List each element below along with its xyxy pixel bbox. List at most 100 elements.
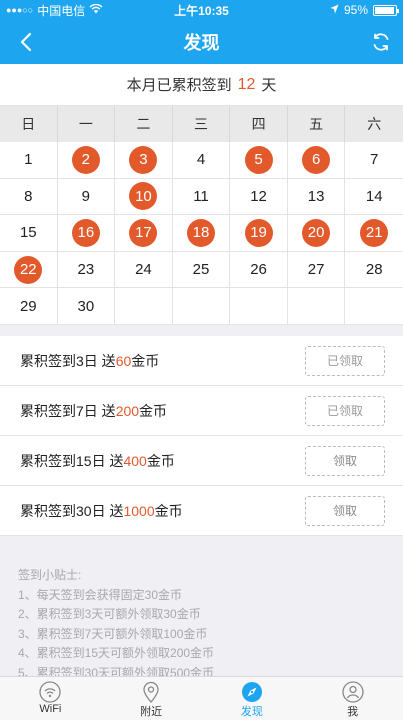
day-number: 13 <box>307 187 325 205</box>
location-arrow-icon <box>330 3 339 17</box>
summary-prefix: 本月已累积签到 <box>126 77 232 94</box>
page-title: 发现 <box>183 33 220 53</box>
refresh-button[interactable] <box>369 30 393 54</box>
tip-line: 5、累积签到30天可额外领取500金币 <box>18 665 215 677</box>
calendar-day: 23 <box>57 251 116 289</box>
status-bar: ●●●○○ 中国电信 上午10:35 95% <box>0 0 403 20</box>
calendar-day-signed: 18 <box>172 215 231 252</box>
day-number: 11 <box>193 187 209 205</box>
day-number: 29 <box>19 297 37 315</box>
calendar-day-empty <box>345 288 403 325</box>
calendar-day: 29 <box>0 288 58 325</box>
day-number: 23 <box>77 261 95 279</box>
reward-prefix: 累积签到3日 送 <box>20 352 116 369</box>
compass-icon <box>241 681 263 703</box>
calendar-day-empty <box>287 288 346 325</box>
nav-bar: 发现 <box>0 20 403 64</box>
day-number: 20 <box>302 218 331 247</box>
day-number: 8 <box>24 187 33 205</box>
back-button[interactable] <box>14 30 38 54</box>
calendar-grid: 1 2 3 4 5 6 7 8 9 10 11 12 13 14 15 16 17 18 19 20 21 22 23 24 2… <box>0 142 403 325</box>
tab-me[interactable]: 我 <box>302 677 403 720</box>
tip-line: 1、每天签到会获得固定30金币 <box>18 587 183 602</box>
claimed-button[interactable]: 已领取 <box>305 345 385 376</box>
calendar-day-signed: 10 <box>115 178 173 216</box>
chevron-left-icon <box>20 32 32 52</box>
calendar-day-empty <box>230 288 288 325</box>
calendar-day-signed: 22 <box>0 251 58 289</box>
wifi-icon <box>39 681 62 703</box>
day-number: 19 <box>244 218 273 247</box>
day-number: 24 <box>135 261 152 279</box>
calendar-day: 4 <box>172 142 231 179</box>
tip-line: 2、累积签到3天可额外领取30金币 <box>18 607 201 621</box>
weekday-label: 三 <box>173 106 231 142</box>
tips-title: 签到小贴士: <box>18 568 82 582</box>
reward-description: 累积签到3日 送60金币 <box>20 351 305 371</box>
calendar-day-signed: 19 <box>230 215 288 252</box>
signin-tips: 签到小贴士: 1、每天签到会获得固定30金币 2、累积签到3天可额外领取30金币 3… <box>0 552 403 676</box>
calendar-day: 25 <box>172 251 231 289</box>
signin-calendar: 日一二三四五六 1 2 3 4 5 6 7 8 9 10 11 12 13 14 15 16 17 18 19 20 2… <box>0 106 403 325</box>
day-number: 28 <box>365 261 383 279</box>
signin-summary: 本月已累积签到 12 天 <box>0 64 403 106</box>
claim-button[interactable]: 领取 <box>305 495 385 526</box>
summary-count: 12 <box>237 75 256 93</box>
reward-prefix: 累积签到15日 送 <box>20 452 124 469</box>
reward-description: 累积签到7日 送200金币 <box>20 401 305 421</box>
day-number: 3 <box>129 145 158 174</box>
day-number: 1 <box>24 151 33 169</box>
day-number: 4 <box>196 151 206 169</box>
reward-row: 累积签到30日 送1000金币 领取 <box>0 486 403 536</box>
calendar-day: 9 <box>57 178 116 216</box>
day-number: 10 <box>129 182 158 211</box>
tab-discover[interactable]: 发现 <box>202 677 303 720</box>
weekday-label: 日 <box>0 106 58 142</box>
weekday-label: 二 <box>115 106 173 142</box>
weekday-label: 四 <box>230 106 288 142</box>
calendar-day: 28 <box>345 252 403 289</box>
day-number: 5 <box>244 145 273 174</box>
tab-nearby[interactable]: 附近 <box>101 677 202 720</box>
day-number: 17 <box>129 218 158 247</box>
calendar-day-empty <box>115 288 173 325</box>
weekday-label: 六 <box>367 116 382 132</box>
calendar-day-signed: 17 <box>115 215 173 252</box>
day-number: 18 <box>186 218 215 247</box>
calendar-day: 1 <box>0 142 58 179</box>
calendar-day-signed: 16 <box>57 215 116 252</box>
day-number: 27 <box>307 261 325 279</box>
tab-label: WiFi <box>39 703 62 715</box>
day-number: 9 <box>81 187 91 205</box>
calendar-day: 11 <box>172 178 231 216</box>
day-number: 30 <box>77 297 95 315</box>
calendar-day-empty <box>172 288 231 325</box>
claimed-button[interactable]: 已领取 <box>305 395 385 426</box>
calendar-day: 26 <box>230 251 288 289</box>
weekday-label: 五 <box>288 106 346 142</box>
battery-icon <box>373 4 399 16</box>
calendar-day: 8 <box>0 178 58 216</box>
status-time: 上午10:35 <box>174 3 229 18</box>
reward-row: 累积签到3日 送60金币 已领取 <box>0 336 403 386</box>
calendar-day: 15 <box>0 215 58 252</box>
reward-row: 累积签到7日 送200金币 已领取 <box>0 386 403 436</box>
calendar-day: 14 <box>345 179 403 216</box>
calendar-day-signed: 6 <box>287 142 346 179</box>
tip-line: 3、累积签到7天可额外领取100金币 <box>18 626 208 641</box>
day-number: 7 <box>370 151 379 169</box>
calendar-day-signed: 5 <box>230 142 288 179</box>
day-number: 2 <box>71 145 100 174</box>
reward-suffix: 金币 <box>131 352 160 369</box>
weekday-header: 日一二三四五 六 <box>0 106 403 142</box>
day-number: 6 <box>302 145 331 174</box>
tab-label: 附近 <box>140 706 163 718</box>
tab-wifi[interactable]: WiFi <box>0 677 101 720</box>
calendar-day-signed: 2 <box>57 142 116 179</box>
calendar-day: 13 <box>287 178 346 216</box>
claim-button[interactable]: 领取 <box>305 445 385 476</box>
reward-description: 累积签到30日 送1000金币 <box>20 501 305 521</box>
calendar-day-signed: 3 <box>115 142 173 179</box>
carrier-name: 中国电信 <box>37 3 86 18</box>
battery-percent: 95% <box>343 3 368 17</box>
